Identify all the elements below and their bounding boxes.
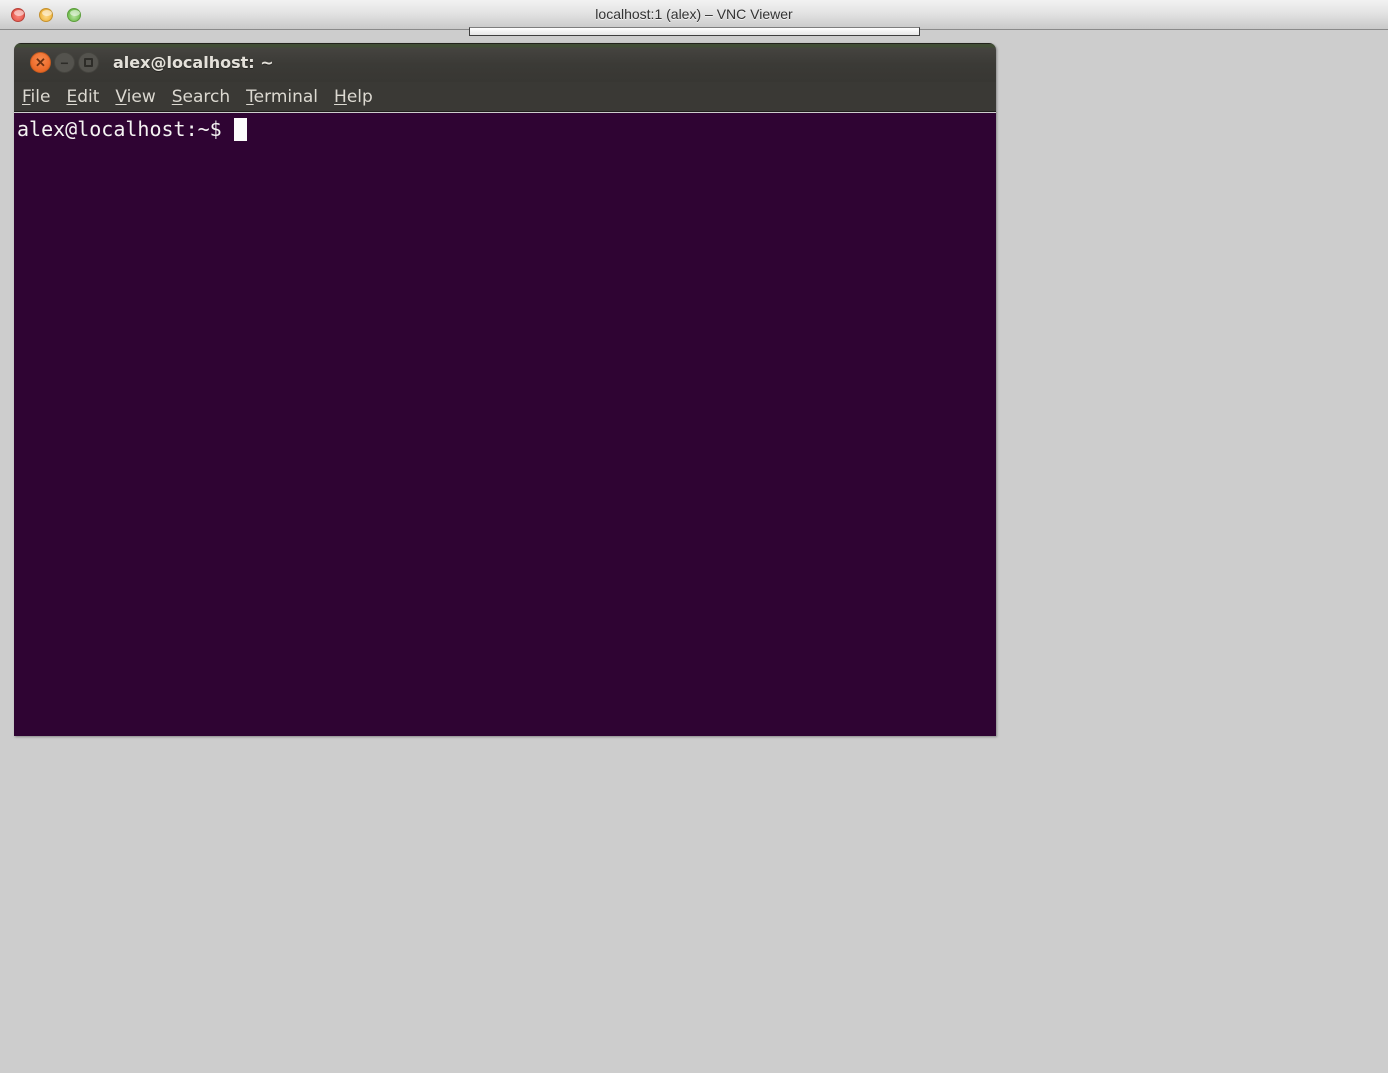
terminal-maximize-button[interactable] — [78, 52, 99, 73]
shell-prompt-line: alex@localhost:~$ — [17, 118, 993, 141]
terminal-window-controls: ✕ − — [30, 52, 99, 73]
menu-help[interactable]: Help — [326, 87, 381, 107]
terminal-window-title: alex@localhost: ~ — [113, 53, 274, 72]
terminal-window: ✕ − alex@localhost: ~ File Edit View Sea… — [14, 43, 996, 736]
screen: localhost:1 (alex) – VNC Viewer ✕ − alex… — [0, 0, 1388, 1073]
vnc-viewer-titlebar[interactable]: localhost:1 (alex) – VNC Viewer — [0, 0, 1388, 30]
maximize-icon — [84, 58, 93, 67]
terminal-cursor — [234, 118, 247, 141]
terminal-menubar: File Edit View Search Terminal Help — [14, 82, 996, 112]
menu-edit[interactable]: Edit — [58, 87, 107, 107]
menu-search[interactable]: Search — [164, 87, 238, 107]
menu-file[interactable]: File — [14, 87, 58, 107]
shell-prompt: alex@localhost:~$ — [17, 118, 234, 141]
vnc-remote-desktop[interactable]: ✕ − alex@localhost: ~ File Edit View Sea… — [0, 31, 1388, 1073]
menu-terminal[interactable]: Terminal — [238, 87, 326, 107]
terminal-titlebar[interactable]: ✕ − alex@localhost: ~ — [14, 43, 996, 82]
vnc-window-title: localhost:1 (alex) – VNC Viewer — [0, 0, 1388, 29]
terminal-minimize-button[interactable]: − — [54, 52, 75, 73]
vnc-toolbar-tab[interactable] — [469, 27, 920, 36]
terminal-screen[interactable]: alex@localhost:~$ — [14, 113, 996, 736]
terminal-close-button[interactable]: ✕ — [30, 52, 51, 73]
menu-view[interactable]: View — [107, 87, 163, 107]
